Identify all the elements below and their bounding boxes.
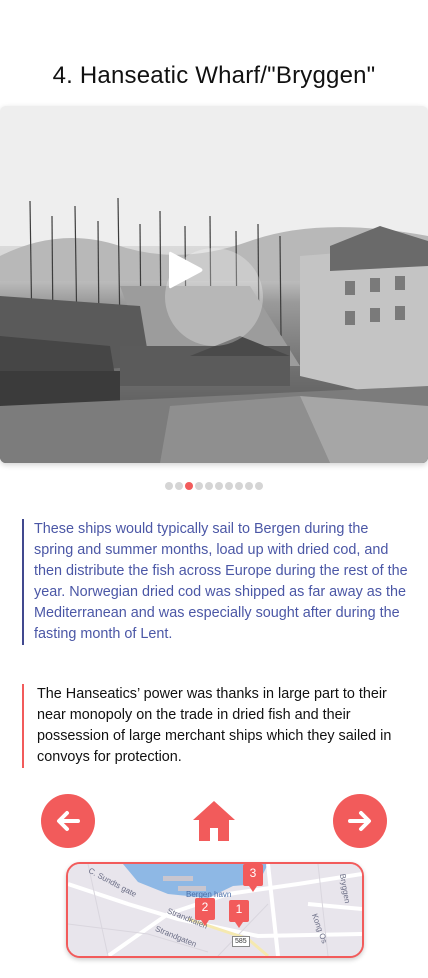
carousel-dot[interactable]: [165, 482, 173, 490]
arrow-left-icon: [57, 811, 80, 831]
play-icon: [169, 251, 203, 289]
map-marker-3[interactable]: 3: [243, 864, 263, 892]
carousel-dot[interactable]: [175, 482, 183, 490]
historic-wharf-photo[interactable]: [0, 106, 428, 463]
home-button[interactable]: [191, 798, 237, 844]
carousel-indicator: [0, 482, 428, 490]
carousel-dot[interactable]: [225, 482, 233, 490]
page-title: 4. Hanseatic Wharf/"Bryggen": [52, 62, 376, 89]
previous-button[interactable]: [41, 794, 95, 848]
map-marker-1[interactable]: 1: [229, 900, 249, 928]
carousel-dot[interactable]: [235, 482, 243, 490]
location-map[interactable]: C. Sundts gate Strandkaien Strandgaten K…: [66, 862, 364, 958]
map-marker-2[interactable]: 2: [195, 898, 215, 926]
carousel-dot[interactable]: [205, 482, 213, 490]
home-icon: [193, 801, 235, 841]
next-button[interactable]: [333, 794, 387, 848]
road-number-badge: 585: [232, 936, 250, 947]
arrow-right-icon: [348, 811, 371, 831]
play-video-button[interactable]: [165, 248, 263, 346]
carousel-dot[interactable]: [255, 482, 263, 490]
carousel-dot[interactable]: [185, 482, 193, 490]
carousel-dot[interactable]: [245, 482, 253, 490]
carousel-dot[interactable]: [195, 482, 203, 490]
info-paragraph-1: These ships would typically sail to Berg…: [22, 519, 410, 645]
carousel-dot[interactable]: [215, 482, 223, 490]
info-paragraph-2: The Hanseatics’ power was thanks in larg…: [22, 684, 413, 768]
